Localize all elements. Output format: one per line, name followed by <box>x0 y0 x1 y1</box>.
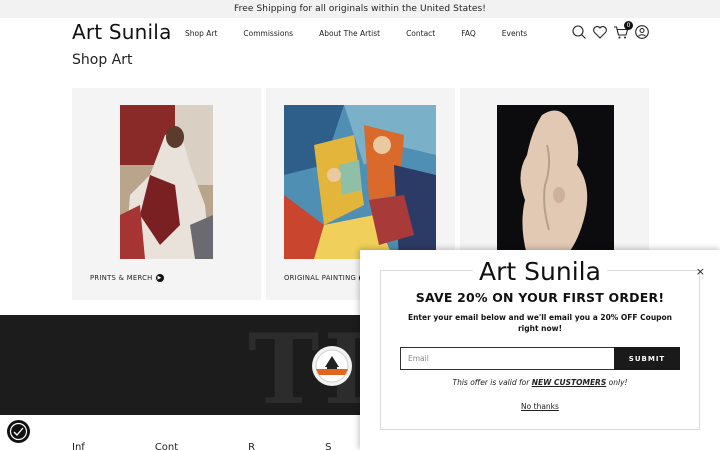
offer-note: This offer is valid for NEW CUSTOMERS on… <box>360 378 720 387</box>
nav-events[interactable]: Events <box>502 29 527 38</box>
stone-sculpture-image[interactable] <box>497 105 614 259</box>
accessibility-icon <box>9 422 28 441</box>
chevron-right-icon: ▶ <box>155 274 164 282</box>
main-nav: Shop Art Commissions About The Artist Co… <box>185 29 553 38</box>
nav-shop-art[interactable]: Shop Art <box>185 29 217 38</box>
email-field[interactable]: Email <box>400 347 614 370</box>
footer-col-4[interactable]: S <box>325 442 331 450</box>
card-label-prints[interactable]: PRINTS & MERCH ▶ <box>90 274 164 282</box>
site-header: Art Sunila Shop Art Commissions About Th… <box>0 18 720 48</box>
announcement-text: Free Shipping for all originals within t… <box>234 4 486 14</box>
category-card-prints[interactable]: PRINTS & MERCH ▶ <box>72 88 261 300</box>
artist-badge-icon <box>312 346 352 386</box>
card-label-original-painting[interactable]: ORIGINAL PAINTING ▶ <box>284 274 368 282</box>
nav-faq[interactable]: FAQ <box>461 29 476 38</box>
card-label-original-painting-text: ORIGINAL PAINTING <box>284 274 357 282</box>
header-icons: 0 <box>566 21 650 40</box>
accessibility-button[interactable] <box>7 420 30 443</box>
account-icon[interactable] <box>634 24 650 40</box>
offer-suffix: only! <box>608 378 628 387</box>
card-label-prints-text: PRINTS & MERCH <box>90 274 153 282</box>
popup-brand: Art Sunila <box>360 257 720 286</box>
offer-prefix: This offer is valid for <box>452 378 530 387</box>
footer-col-1[interactable]: Inf <box>72 442 85 450</box>
popup-brand-text: Art Sunila <box>473 257 607 286</box>
cubist-painting-image[interactable] <box>284 105 436 259</box>
footer-col-3[interactable]: R <box>248 442 255 450</box>
search-icon[interactable] <box>571 24 587 40</box>
nav-commissions[interactable]: Commissions <box>243 29 293 38</box>
nav-about-the-artist[interactable]: About The Artist <box>319 29 380 38</box>
site-logo[interactable]: Art Sunila <box>72 20 172 44</box>
announcement-bar: Free Shipping for all originals within t… <box>0 0 720 18</box>
no-thanks-link[interactable]: No thanks <box>360 402 720 411</box>
cart-count-badge: 0 <box>624 21 633 30</box>
footer-col-2[interactable]: Cont <box>155 442 178 450</box>
page-title: Shop Art <box>72 52 133 68</box>
figurative-painting-image[interactable] <box>120 105 213 259</box>
cart-icon[interactable]: 0 <box>613 21 633 40</box>
offer-highlight: NEW CUSTOMERS <box>531 378 607 387</box>
nav-contact[interactable]: Contact <box>406 29 435 38</box>
popup-subtext: Enter your email below and we'll email y… <box>407 313 673 333</box>
email-placeholder: Email <box>408 354 429 363</box>
submit-button[interactable]: SUBMIT <box>614 347 680 370</box>
footer-columns: Inf Cont R S <box>72 442 401 450</box>
discount-popup: × Art Sunila SAVE 20% ON YOUR FIRST ORDE… <box>360 250 720 450</box>
popup-headline: SAVE 20% ON YOUR FIRST ORDER! <box>415 290 665 305</box>
heart-icon[interactable] <box>592 24 608 40</box>
